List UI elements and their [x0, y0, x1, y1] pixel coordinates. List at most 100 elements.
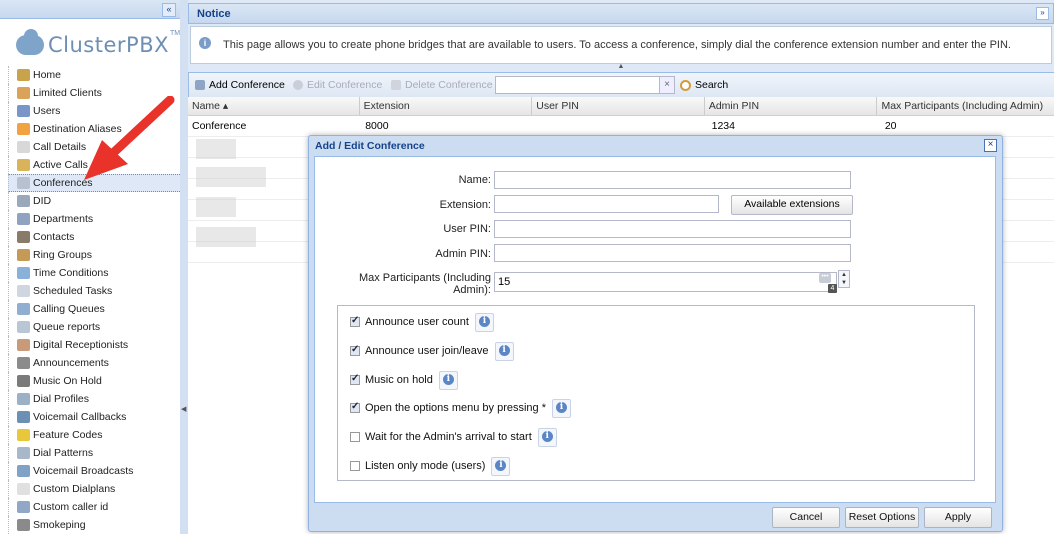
sidebar-item-dial-patterns[interactable]: Dial Patterns — [8, 444, 180, 462]
notice-panel: i This page allows you to create phone b… — [190, 26, 1052, 64]
clear-search-button[interactable]: × — [659, 76, 675, 94]
option-row: Listen only mode (users) — [350, 456, 511, 476]
sidebar-item-label: Custom Dialplans — [33, 483, 116, 495]
option-label[interactable]: Listen only mode (users) — [365, 460, 485, 472]
broadcast-icon — [17, 465, 30, 477]
collapse-sidebar-button[interactable]: « — [162, 3, 176, 17]
add-conference-button[interactable]: Add Conference — [195, 79, 285, 91]
queue-icon — [17, 303, 30, 315]
star-icon — [17, 123, 30, 135]
sidebar-item-announcements[interactable]: Announcements — [8, 354, 180, 372]
sidebar-item-departments[interactable]: Departments — [8, 210, 180, 228]
cell-extension: 8000 — [365, 120, 389, 132]
cell-max-participants: 20 — [884, 120, 897, 132]
splitter-arrow-icon: ◀ — [181, 406, 187, 413]
edit-conference-button[interactable]: Edit Conference — [293, 79, 382, 91]
phone-icon — [17, 159, 30, 171]
column-header-extension[interactable]: Extension — [360, 97, 533, 115]
table-row[interactable]: Conference 8000 1234 20 — [188, 116, 1054, 137]
info-icon[interactable] — [552, 398, 572, 418]
sidebar-header — [0, 0, 180, 19]
option-label[interactable]: Announce user join/leave — [365, 345, 489, 357]
column-header-admin-pin[interactable]: Admin PIN — [705, 97, 878, 115]
voicemail-icon — [17, 411, 30, 423]
sidebar-item-scheduled-tasks[interactable]: Scheduled Tasks — [8, 282, 180, 300]
panel-resize-handle[interactable]: ▲ — [606, 63, 636, 71]
extension-label: Extension: — [439, 199, 491, 211]
ellipsis-icon[interactable]: ••• — [819, 273, 831, 283]
option-checkbox[interactable] — [350, 461, 360, 471]
option-label[interactable]: Open the options menu by pressing * — [365, 402, 546, 414]
reset-options-button[interactable]: Reset Options — [845, 507, 919, 528]
option-row: Music on hold — [350, 370, 458, 390]
grid-header: Name ▴ Extension User PIN Admin PIN Max … — [188, 97, 1054, 116]
info-icon[interactable] — [494, 341, 514, 361]
user-pin-field[interactable] — [494, 220, 851, 238]
collapse-notice-button[interactable]: » — [1036, 7, 1049, 20]
spinner-arrows[interactable]: ▲ ▼ — [838, 270, 850, 288]
sidebar-item-custom-dialplans[interactable]: Custom Dialplans — [8, 480, 180, 498]
apply-button[interactable]: Apply — [924, 507, 992, 528]
sidebar-item-custom-caller-id[interactable]: Custom caller id — [8, 498, 180, 516]
option-label[interactable]: Music on hold — [365, 374, 433, 386]
sidebar-item-home[interactable]: Home — [8, 66, 180, 84]
annotation-arrow-icon — [84, 96, 175, 180]
sidebar-item-label: Home — [33, 69, 62, 81]
info-icon[interactable] — [438, 370, 458, 390]
add-edit-conference-dialog: Add / Edit Conference × Name: Extension:… — [308, 135, 1003, 532]
close-icon[interactable]: × — [984, 139, 997, 152]
search-input[interactable] — [495, 76, 661, 94]
sidebar-item-music-on-hold[interactable]: Music On Hold — [8, 372, 180, 390]
max-participants-field[interactable]: 15 — [494, 272, 837, 292]
home-icon — [17, 69, 30, 81]
sidebar-item-label: Custom caller id — [33, 501, 109, 513]
sidebar-item-feature-codes[interactable]: Feature Codes — [8, 426, 180, 444]
dial-profile-icon — [17, 393, 30, 405]
option-checkbox[interactable] — [350, 401, 360, 413]
option-label[interactable]: Announce user count — [365, 316, 469, 328]
delete-conference-button[interactable]: Delete Conference — [391, 79, 493, 91]
search-button[interactable]: Search — [680, 79, 728, 91]
available-extensions-button[interactable]: Available extensions — [731, 195, 853, 215]
sidebar-item-contacts[interactable]: Contacts — [8, 228, 180, 246]
sidebar-item-label: DID — [33, 195, 52, 207]
option-checkbox[interactable] — [350, 373, 360, 385]
column-header-name[interactable]: Name ▴ — [188, 97, 360, 115]
info-icon[interactable] — [537, 427, 557, 447]
option-checkbox[interactable] — [350, 315, 360, 327]
gear-icon — [293, 80, 303, 90]
dialplan-icon — [17, 483, 30, 495]
sidebar-item-dial-profiles[interactable]: Dial Profiles — [8, 390, 180, 408]
sidebar-item-queue-reports[interactable]: Queue reports — [8, 318, 180, 336]
sidebar-item-smokeping[interactable]: Smokeping — [8, 516, 180, 534]
sidebar-item-label: Departments — [33, 213, 94, 225]
sidebar-item-time-conditions[interactable]: Time Conditions — [8, 264, 180, 282]
sidebar-item-calling-queues[interactable]: Calling Queues — [8, 300, 180, 318]
option-checkbox[interactable] — [350, 344, 360, 356]
sidebar-item-did[interactable]: DID — [8, 192, 180, 210]
dialog-header[interactable]: Add / Edit Conference × — [309, 136, 1002, 154]
admin-pin-label: Admin PIN: — [435, 248, 491, 260]
max-participants-label: Max Participants (Including — [358, 272, 491, 284]
redacted-area — [196, 197, 236, 217]
redacted-area — [196, 139, 236, 159]
sidebar-item-label: Scheduled Tasks — [33, 285, 113, 297]
admin-pin-field[interactable] — [494, 244, 851, 262]
column-header-user-pin[interactable]: User PIN — [532, 97, 705, 115]
grid-toolbar: Add Conference Edit Conference Delete Co… — [188, 72, 1054, 98]
max-participants-label-cont: Admin): — [453, 284, 491, 296]
sidebar-item-ring-groups[interactable]: Ring Groups — [8, 246, 180, 264]
sidebar-splitter[interactable]: ◀ — [180, 0, 188, 534]
sidebar-item-voicemail-broadcasts[interactable]: Voicemail Broadcasts — [8, 462, 180, 480]
name-field[interactable] — [494, 171, 851, 189]
option-label[interactable]: Wait for the Admin's arrival to start — [365, 431, 532, 443]
sidebar-item-voicemail-callbacks[interactable]: Voicemail Callbacks — [8, 408, 180, 426]
sidebar-item-digital-receptionists[interactable]: Digital Receptionists — [8, 336, 180, 354]
option-checkbox[interactable] — [350, 432, 360, 442]
extension-field[interactable] — [494, 195, 719, 213]
clock-icon — [17, 267, 30, 279]
info-icon[interactable] — [474, 312, 494, 332]
cancel-button[interactable]: Cancel — [772, 507, 840, 528]
column-header-max-participants[interactable]: Max Participants (Including Admin) — [877, 97, 1054, 115]
info-icon[interactable] — [491, 456, 511, 476]
